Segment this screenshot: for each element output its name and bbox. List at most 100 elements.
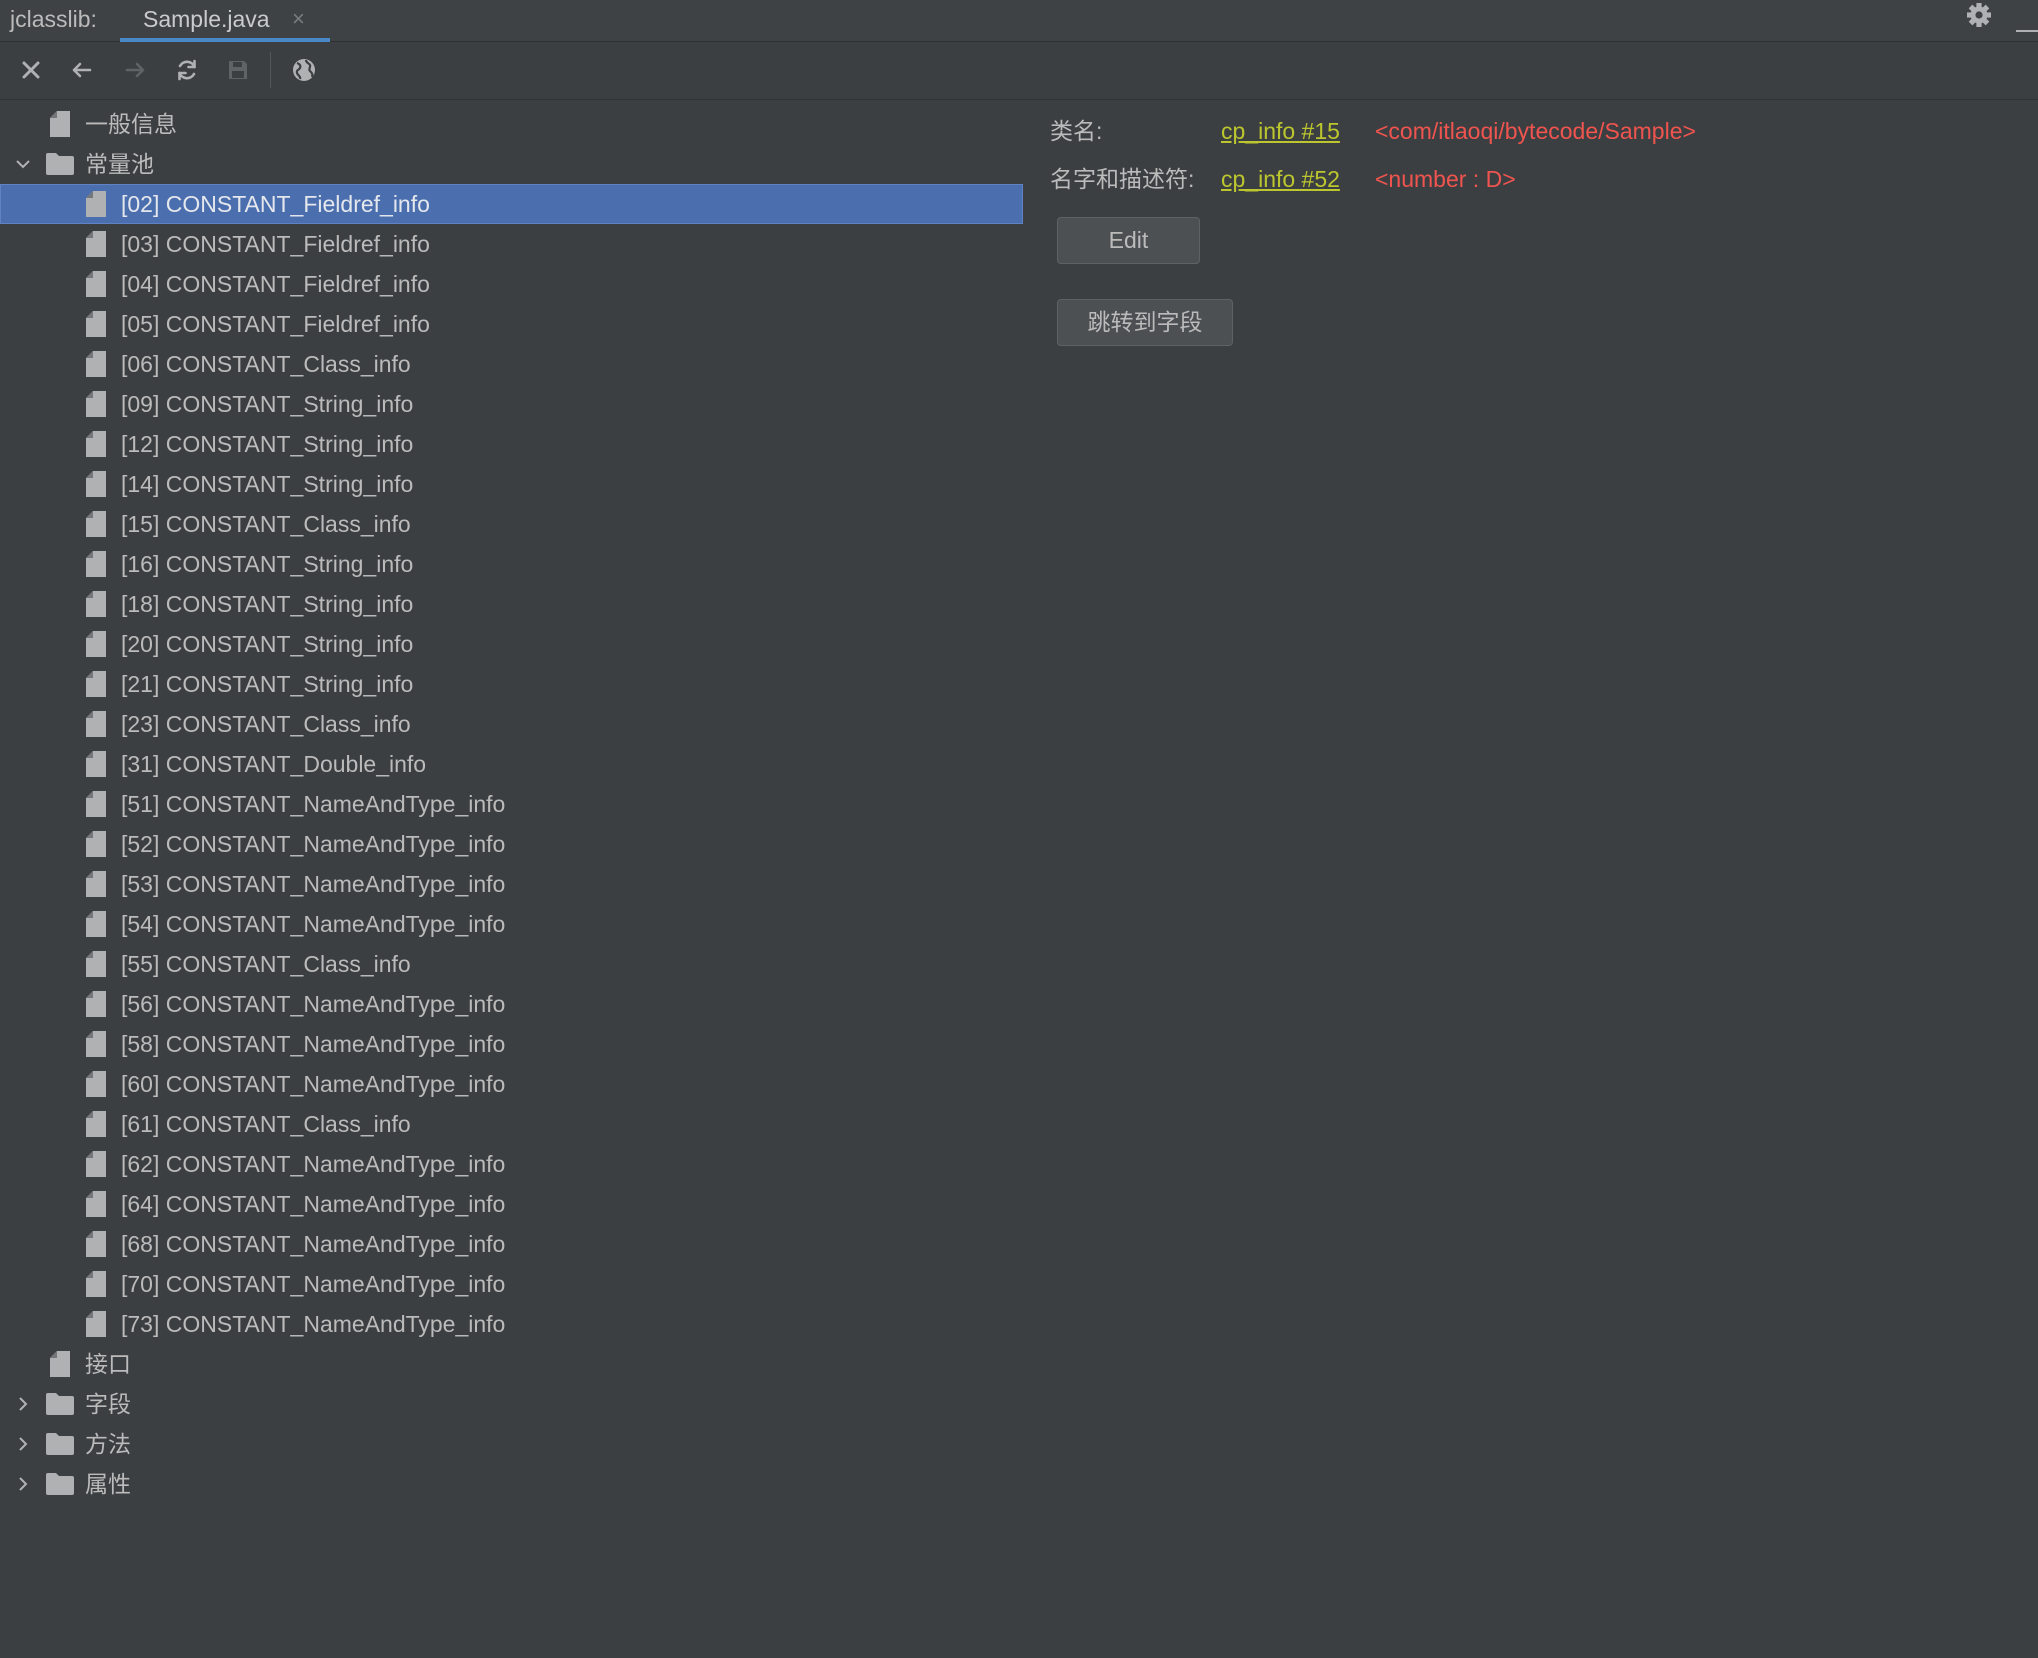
class-name-row: 类名: cp_info #15 <com/itlaoqi/bytecode/Sa…	[1050, 111, 1950, 151]
file-icon	[86, 791, 106, 817]
constant-pool-entry[interactable]: [12] CONSTANT_String_info	[0, 424, 1023, 464]
constant-pool-entry[interactable]: [73] CONSTANT_NameAndType_info	[0, 1304, 1023, 1344]
file-icon	[86, 551, 106, 577]
file-icon	[86, 231, 106, 257]
chevron-down-icon[interactable]	[14, 155, 32, 173]
tree-node-interfaces[interactable]: 接口	[0, 1344, 1023, 1384]
close-icon	[18, 57, 44, 83]
constant-pool-entry[interactable]: [16] CONSTANT_String_info	[0, 544, 1023, 584]
tree-item-label: [31] CONSTANT_Double_info	[121, 751, 427, 777]
refresh-button[interactable]	[174, 57, 200, 83]
save-icon	[225, 57, 251, 83]
folder-icon	[46, 1433, 74, 1455]
constant-pool-entry[interactable]: [56] CONSTANT_NameAndType_info	[0, 984, 1023, 1024]
constant-pool-entry[interactable]: [58] CONSTANT_NameAndType_info	[0, 1024, 1023, 1064]
chevron-right-icon[interactable]	[14, 1395, 32, 1413]
tree-item-label: [20] CONSTANT_String_info	[121, 631, 414, 657]
tree-item-label: [23] CONSTANT_Class_info	[121, 711, 411, 737]
tab-label: Sample.java	[143, 6, 270, 32]
name-and-type-label: 名字和描述符:	[1050, 166, 1195, 192]
tree-node-general-info[interactable]: 一般信息	[0, 104, 1023, 144]
tab-sample-java[interactable]: Sample.java ×	[120, 0, 330, 42]
chevron-right-icon[interactable]	[14, 1475, 32, 1493]
folder-icon	[46, 1393, 74, 1415]
constant-pool-entry[interactable]: [23] CONSTANT_Class_info	[0, 704, 1023, 744]
file-icon	[86, 591, 106, 617]
file-icon	[86, 391, 106, 417]
name-and-type-cp-link[interactable]: cp_info #52	[1221, 159, 1340, 199]
constant-pool-entry[interactable]: [62] CONSTANT_NameAndType_info	[0, 1144, 1023, 1184]
edit-button[interactable]: Edit	[1057, 217, 1200, 264]
tree-node-methods[interactable]: 方法	[0, 1424, 1023, 1464]
constant-pool-entry[interactable]: [60] CONSTANT_NameAndType_info	[0, 1064, 1023, 1104]
constant-pool-entry[interactable]: [54] CONSTANT_NameAndType_info	[0, 904, 1023, 944]
folder-icon	[46, 1473, 74, 1495]
tree-node-constant-pool[interactable]: 常量池	[0, 144, 1023, 184]
class-structure-tree: 一般信息常量池 [02] CONSTANT_Fieldref_info [03] C…	[0, 104, 1023, 1504]
file-icon	[86, 511, 106, 537]
tree-item-label: [12] CONSTANT_String_info	[121, 431, 414, 457]
constant-pool-entry[interactable]: [61] CONSTANT_Class_info	[0, 1104, 1023, 1144]
constant-pool-entry[interactable]: [53] CONSTANT_NameAndType_info	[0, 864, 1023, 904]
chevron-right-icon[interactable]	[14, 1435, 32, 1453]
constant-pool-entry[interactable]: [14] CONSTANT_String_info	[0, 464, 1023, 504]
file-icon	[86, 711, 106, 737]
tree-item-label: [14] CONSTANT_String_info	[121, 471, 414, 497]
back-button[interactable]	[69, 57, 95, 83]
file-icon	[86, 1311, 106, 1337]
constant-pool-entry[interactable]: [51] CONSTANT_NameAndType_info	[0, 784, 1023, 824]
toolbar	[0, 43, 2038, 100]
tree-item-label: [16] CONSTANT_String_info	[121, 551, 414, 577]
constant-pool-entry[interactable]: [15] CONSTANT_Class_info	[0, 504, 1023, 544]
class-name-cp-link[interactable]: cp_info #15	[1221, 111, 1340, 151]
class-name-label: 类名:	[1050, 118, 1103, 144]
constant-pool-entry[interactable]: [20] CONSTANT_String_info	[0, 624, 1023, 664]
file-icon	[86, 351, 106, 377]
file-icon	[86, 471, 106, 497]
tree-item-label: [04] CONSTANT_Fieldref_info	[121, 271, 430, 297]
constant-pool-entry[interactable]: [55] CONSTANT_Class_info	[0, 944, 1023, 984]
tree-item-label: 字段	[85, 1391, 131, 1417]
close-button[interactable]	[18, 57, 44, 83]
tree-node-fields[interactable]: 字段	[0, 1384, 1023, 1424]
constant-pool-entry[interactable]: [02] CONSTANT_Fieldref_info	[0, 184, 1023, 224]
tree-item-label: [02] CONSTANT_Fieldref_info	[121, 191, 430, 217]
tree-item-label: [68] CONSTANT_NameAndType_info	[121, 1231, 506, 1257]
constant-pool-entry[interactable]: [21] CONSTANT_String_info	[0, 664, 1023, 704]
tree-item-label: [55] CONSTANT_Class_info	[121, 951, 411, 977]
constant-pool-entry[interactable]: [05] CONSTANT_Fieldref_info	[0, 304, 1023, 344]
file-icon	[86, 871, 106, 897]
constant-pool-entry[interactable]: [31] CONSTANT_Double_info	[0, 744, 1023, 784]
file-icon	[86, 431, 106, 457]
forward-arrow-icon	[122, 57, 148, 83]
file-icon	[86, 1031, 106, 1057]
forward-button[interactable]	[122, 57, 148, 83]
tree-item-label: [21] CONSTANT_String_info	[121, 671, 414, 697]
gear-icon[interactable]	[1965, 1, 1993, 29]
file-icon	[86, 1231, 106, 1257]
folder-icon	[46, 153, 74, 175]
tree-item-label: 常量池	[85, 151, 154, 177]
file-icon	[50, 1351, 70, 1377]
tool-window-title: jclasslib:	[10, 6, 97, 32]
tree-node-attributes[interactable]: 属性	[0, 1464, 1023, 1504]
constant-pool-entry[interactable]: [06] CONSTANT_Class_info	[0, 344, 1023, 384]
constant-pool-entry[interactable]: [64] CONSTANT_NameAndType_info	[0, 1184, 1023, 1224]
minimize-icon[interactable]	[2016, 12, 2038, 32]
constant-pool-entry[interactable]: [68] CONSTANT_NameAndType_info	[0, 1224, 1023, 1264]
tree-item-label: [62] CONSTANT_NameAndType_info	[121, 1151, 506, 1177]
file-icon	[50, 111, 70, 137]
constant-pool-entry[interactable]: [09] CONSTANT_String_info	[0, 384, 1023, 424]
constant-pool-entry[interactable]: [03] CONSTANT_Fieldref_info	[0, 224, 1023, 264]
constant-pool-entry[interactable]: [70] CONSTANT_NameAndType_info	[0, 1264, 1023, 1304]
goto-field-button[interactable]: 跳转到字段	[1057, 299, 1233, 346]
browser-button[interactable]	[291, 57, 317, 83]
constant-pool-entry[interactable]: [04] CONSTANT_Fieldref_info	[0, 264, 1023, 304]
save-button[interactable]	[225, 57, 251, 83]
file-icon	[86, 271, 106, 297]
constant-pool-entry[interactable]: [52] CONSTANT_NameAndType_info	[0, 824, 1023, 864]
tab-close-button[interactable]: ×	[292, 0, 305, 38]
tree-item-label: [56] CONSTANT_NameAndType_info	[121, 991, 506, 1017]
constant-pool-entry[interactable]: [18] CONSTANT_String_info	[0, 584, 1023, 624]
tree-item-label: [51] CONSTANT_NameAndType_info	[121, 791, 506, 817]
